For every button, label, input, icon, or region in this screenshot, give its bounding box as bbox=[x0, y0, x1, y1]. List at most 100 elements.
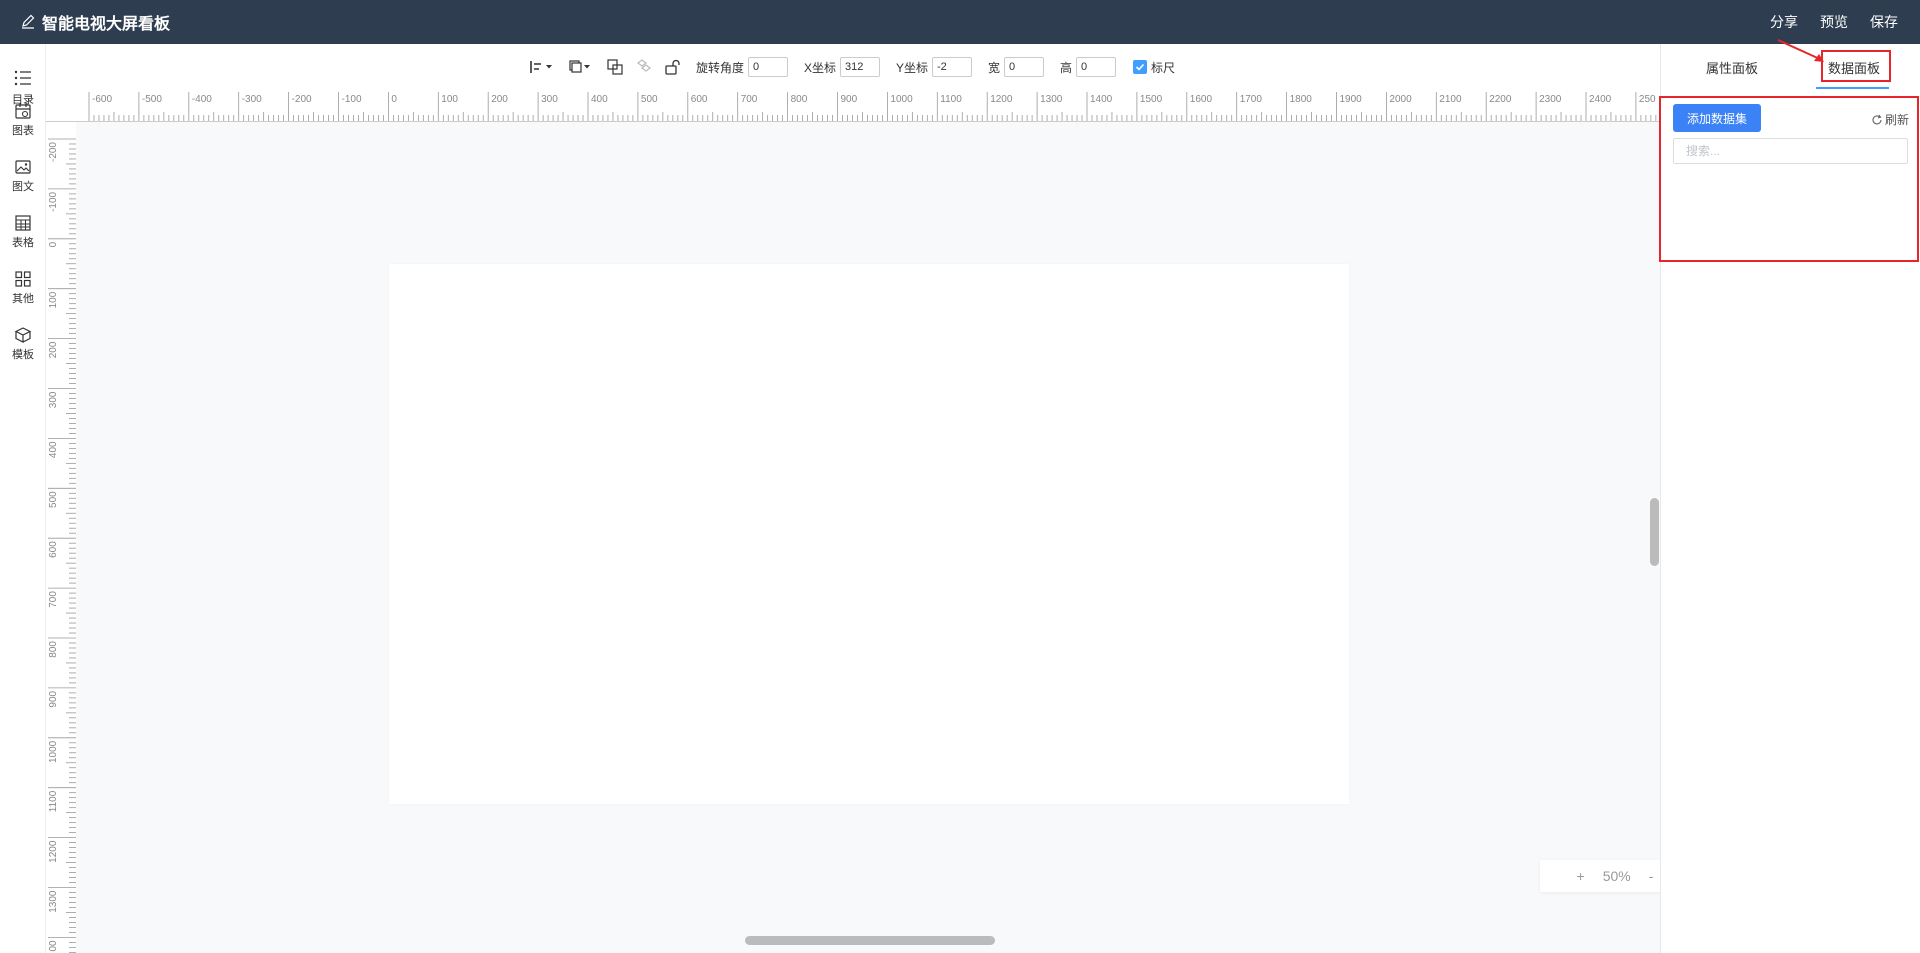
ruler-tick-label: 700 bbox=[48, 591, 59, 608]
sidebar-item-label: 图表 bbox=[12, 125, 34, 137]
height-label: 高 bbox=[1060, 60, 1073, 75]
width-group: 宽 bbox=[988, 44, 1045, 90]
sidebar-item-label: 其他 bbox=[12, 293, 34, 305]
ruler-tick-label: 1200 bbox=[990, 94, 1013, 105]
ruler-tick-label: 1100 bbox=[48, 790, 59, 812]
ruler-tick-label: -100 bbox=[342, 94, 362, 105]
active-tab-indicator bbox=[1816, 87, 1889, 89]
ungroup-button[interactable] bbox=[636, 44, 652, 90]
zoom-out-button[interactable]: - bbox=[1649, 868, 1654, 884]
canvas-page[interactable] bbox=[389, 264, 1349, 804]
ruler-tick-label: -200 bbox=[292, 94, 312, 105]
ruler-tick-label: 2200 bbox=[1489, 94, 1512, 105]
align-dropdown[interactable] bbox=[530, 44, 554, 90]
x-coordinate-label: X坐标 bbox=[804, 60, 837, 75]
ruler-checkbox[interactable] bbox=[1133, 60, 1147, 74]
ruler-tick-label: 00 bbox=[48, 940, 59, 952]
rotation-input[interactable] bbox=[748, 57, 789, 77]
horizontal-ruler[interactable]: -600 -500 -400 -300 -200 -100 0 100 200 300 400 500… bbox=[46, 90, 1660, 122]
ruler-tick-label: 200 bbox=[491, 94, 508, 105]
ruler-tick-label: 2100 bbox=[1439, 94, 1462, 105]
tab-properties[interactable]: 属性面板 bbox=[1706, 58, 1758, 77]
y-coordinate-input[interactable] bbox=[932, 57, 973, 77]
ruler-tick-label: 1200 bbox=[48, 840, 59, 863]
lock-button[interactable] bbox=[664, 44, 680, 90]
edit-pen-icon bbox=[20, 13, 36, 32]
chart-calendar-icon bbox=[15, 103, 31, 119]
y-coordinate-label: Y坐标 bbox=[896, 60, 929, 75]
sidebar-item-label: 表格 bbox=[12, 237, 34, 249]
zoom-level: 50% bbox=[1602, 868, 1631, 884]
ruler-label: 标尺 bbox=[1151, 60, 1176, 75]
ruler-tick-label: 1900 bbox=[1340, 94, 1363, 105]
table-icon bbox=[15, 215, 31, 231]
ruler-tick-label: 1700 bbox=[1240, 94, 1263, 105]
horizontal-scrollbar[interactable] bbox=[745, 936, 995, 945]
sidebar-item-catalog[interactable]: 目录 bbox=[0, 44, 46, 106]
sidebar-item-image-text[interactable]: 图文 bbox=[0, 156, 46, 212]
ruler-tick-label: -100 bbox=[48, 191, 59, 211]
ruler-tick-label: 2300 bbox=[1539, 94, 1562, 105]
group-button[interactable] bbox=[607, 44, 623, 90]
height-input[interactable] bbox=[1076, 57, 1117, 77]
width-input[interactable] bbox=[1004, 57, 1045, 77]
sidebar-item-other[interactable]: 其他 bbox=[0, 268, 46, 324]
layer-dropdown[interactable] bbox=[568, 44, 592, 90]
ruler-tick-label: 1100 bbox=[940, 94, 962, 105]
highlight-box-panel bbox=[1659, 96, 1919, 262]
rotation-label: 旋转角度 bbox=[696, 60, 745, 75]
x-coordinate-group: X坐标 bbox=[804, 44, 881, 90]
ruler-tick-label: 800 bbox=[791, 94, 808, 105]
ruler-tick-label: 600 bbox=[48, 541, 59, 558]
width-label: 宽 bbox=[988, 60, 1001, 75]
cube-template-icon bbox=[14, 327, 32, 343]
app-title: 智能电视大屏看板 bbox=[42, 16, 171, 33]
y-coordinate-group: Y坐标 bbox=[896, 44, 973, 90]
sidebar-item-table[interactable]: 表格 bbox=[0, 212, 46, 268]
title-wrap: 智能电视大屏看板 bbox=[20, 10, 170, 34]
left-sidebar: 目录 图表 图文 表格 其他 模板 bbox=[0, 44, 46, 953]
zoom-in-button[interactable]: + bbox=[1577, 868, 1585, 884]
sidebar-item-chart[interactable]: 图表 bbox=[0, 100, 46, 156]
ruler-tick-label: 400 bbox=[48, 441, 59, 458]
ruler-tick-label: 0 bbox=[391, 94, 397, 105]
vertical-ruler[interactable]: -200 -100 0 100 200 300 400 500 600 700 800 900 1000… bbox=[46, 122, 76, 953]
sidebar-item-label: 图文 bbox=[12, 181, 34, 193]
ruler-tick-label: 1500 bbox=[1140, 94, 1163, 105]
right-panel: 属性面板 数据面板 添加数据集 刷新 bbox=[1659, 44, 1920, 953]
ruler-tick-label: 500 bbox=[48, 491, 59, 508]
save-button[interactable]: 保存 bbox=[1870, 12, 1898, 32]
ruler-tick-label: -500 bbox=[142, 94, 162, 105]
group-icon bbox=[607, 59, 623, 75]
ruler-toggle[interactable]: 标尺 bbox=[1133, 44, 1179, 90]
ruler-tick-label: 1300 bbox=[1040, 94, 1063, 105]
image-text-icon bbox=[15, 160, 31, 174]
preview-button[interactable]: 预览 bbox=[1820, 12, 1848, 32]
ruler-tick-label: 2000 bbox=[1389, 94, 1412, 105]
ruler-tick-label: 100 bbox=[48, 291, 59, 308]
ruler-tick-label: 900 bbox=[48, 690, 59, 707]
x-coordinate-input[interactable] bbox=[840, 57, 881, 77]
ruler-tick-label: -400 bbox=[192, 94, 212, 105]
rotation-group: 旋转角度 bbox=[696, 44, 789, 90]
app-header: 智能电视大屏看板 分享 预览 保存 bbox=[0, 0, 1920, 44]
ruler-tick-label: 1300 bbox=[48, 890, 59, 913]
ruler-tick-label: 800 bbox=[48, 641, 59, 658]
vertical-scrollbar[interactable] bbox=[1650, 498, 1659, 566]
ruler-tick-label: 200 bbox=[48, 341, 59, 358]
share-button[interactable]: 分享 bbox=[1770, 12, 1798, 32]
ruler-tick-label: 1400 bbox=[1090, 94, 1113, 105]
ruler-tick-label: 900 bbox=[841, 94, 858, 105]
ruler-tick-label: 500 bbox=[641, 94, 658, 105]
height-group: 高 bbox=[1060, 44, 1117, 90]
horizontal-ruler-scale: -600 -500 -400 -300 -200 -100 0 100 200 300 400 500… bbox=[46, 92, 1660, 122]
ungroup-icon bbox=[637, 59, 651, 72]
ruler-tick-label: 1000 bbox=[890, 94, 913, 105]
sidebar-item-template[interactable]: 模板 bbox=[0, 324, 46, 380]
align-left-icon bbox=[530, 61, 552, 73]
ruler-tick-label: 1000 bbox=[48, 740, 59, 763]
layer-icon bbox=[569, 60, 590, 73]
ruler-tick-label: -300 bbox=[242, 94, 262, 105]
annotation-arrow bbox=[1777, 39, 1824, 62]
canvas-area[interactable] bbox=[76, 122, 1660, 953]
